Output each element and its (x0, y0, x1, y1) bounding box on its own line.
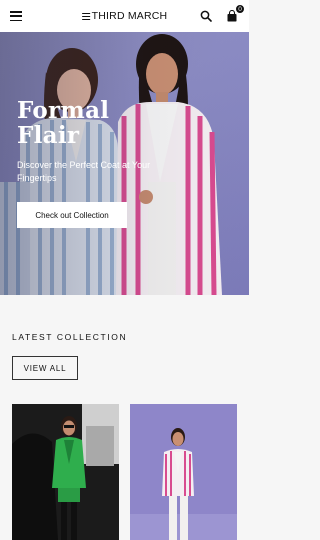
product-image-pink-striped-blazer (130, 404, 237, 540)
brand-logo[interactable]: THIRD MARCH (81, 10, 168, 22)
site-header: THIRD MARCH 0 (0, 0, 249, 32)
view-all-button[interactable]: VIEW ALL (12, 356, 78, 380)
check-out-collection-button[interactable]: Check out Collection (17, 202, 127, 228)
hero-subtitle: Discover the Perfect Coat at Your Finger… (17, 160, 151, 183)
brand-name: THIRD MARCH (91, 10, 168, 22)
search-icon[interactable] (199, 9, 213, 23)
hero-banner: Formal Flair Discover the Perfect Coat a… (0, 32, 249, 295)
cart-count-badge: 0 (235, 4, 245, 14)
hamburger-menu-icon[interactable] (10, 11, 22, 21)
shopping-bag-icon[interactable]: 0 (225, 4, 245, 23)
product-card[interactable] (130, 404, 237, 540)
product-image-green-blazer (12, 404, 119, 540)
product-card[interactable] (12, 404, 119, 540)
hero-title: Formal Flair (17, 97, 110, 149)
logo-mark-icon (81, 12, 90, 20)
latest-collection-heading: LATEST COLLECTION (12, 332, 128, 342)
